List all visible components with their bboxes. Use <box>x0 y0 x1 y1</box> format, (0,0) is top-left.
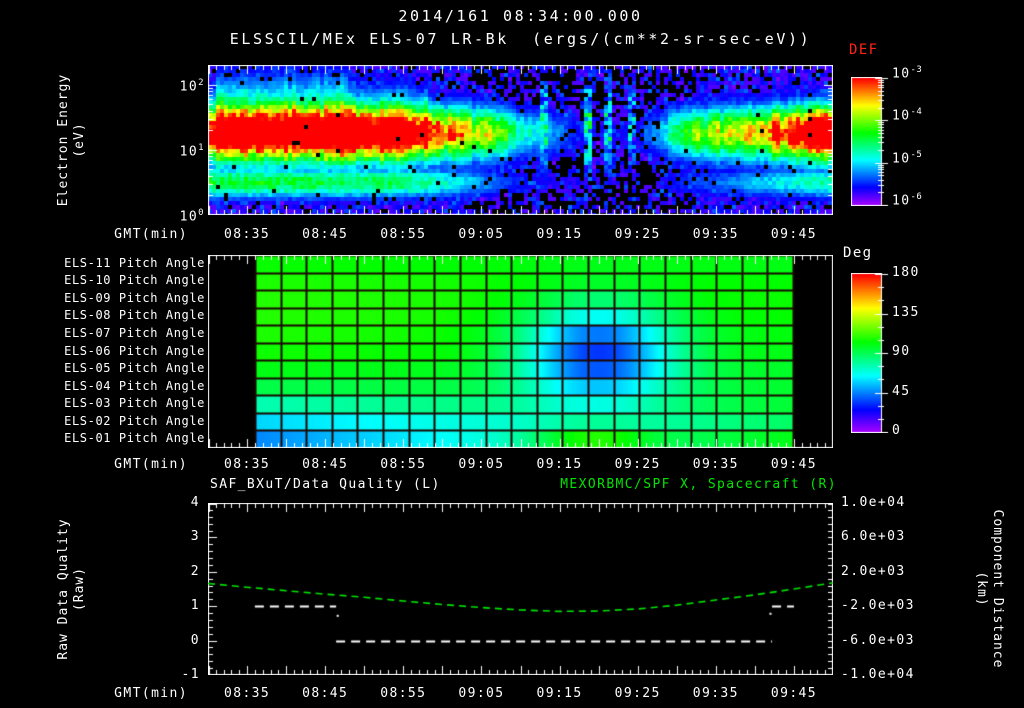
electron-energy-axis-line2: (eV) <box>72 122 87 158</box>
exponent: -3 <box>910 65 923 75</box>
page-title: 2014/161 08:34:00.000 <box>398 7 643 25</box>
raw-quality-tick-label: 4 <box>190 495 200 510</box>
raw-quality-axis-line2: (Raw) <box>72 566 87 612</box>
distance-tick-label: 2.0e+03 <box>841 563 906 579</box>
def-tick-label: 10-4 <box>892 107 923 124</box>
raw-quality-tick-label: 3 <box>190 529 200 545</box>
gmt-axis-label-quality: GMT(min) <box>114 686 188 701</box>
component-distance-axis-label: Component Distance (km) <box>973 479 1005 699</box>
gmt-axis-label-spectrogram: GMT(min) <box>114 227 188 242</box>
deg-tick-label: 90 <box>892 344 911 359</box>
time-tick-label: 08:45 <box>302 457 349 472</box>
distance-tick-label: -1.0e+04 <box>841 667 915 682</box>
pitch-row-label: ELS-03 Pitch Angle <box>64 396 205 411</box>
electron-energy-axis-label: Electron Energy (eV) <box>56 30 88 250</box>
raw-quality-tick-label: 2 <box>190 563 200 579</box>
gmt-axis-label-pitch: GMT(min) <box>114 457 188 472</box>
def-colorbar-title: DEF <box>849 42 879 58</box>
instrument-title: ELSSCIL/MEx ELS-07 LR-Bk (ergs/(cm**2-sr… <box>229 30 812 48</box>
exponent: 2 <box>198 77 204 88</box>
raw-data-quality-axis-label: Raw Data Quality (Raw) <box>56 479 88 699</box>
time-tick-label: 08:35 <box>223 227 271 242</box>
time-tick-label: 09:15 <box>536 686 583 701</box>
energy-tick-label: 100 <box>179 208 204 225</box>
pitch-row-label: ELS-09 Pitch Angle <box>64 290 205 305</box>
time-tick-label: 08:55 <box>380 227 427 242</box>
time-tick-label: 09:35 <box>692 457 739 472</box>
pitch-row-label: ELS-06 Pitch Angle <box>64 343 205 358</box>
energy-tick-label: 102 <box>179 77 204 94</box>
quality-left-title: SAF_BXuT/Data Quality (L) <box>210 477 441 492</box>
raw-quality-axis-line1: Raw Data Quality <box>56 518 71 660</box>
distance-tick-label: -6.0e+03 <box>841 632 915 648</box>
exponent: -6 <box>910 191 923 202</box>
component-distance-axis-line1: Component Distance <box>990 509 1005 669</box>
exponent: -5 <box>910 149 923 160</box>
time-tick-label: 08:45 <box>302 686 349 701</box>
deg-tick-label: 180 <box>892 265 920 280</box>
pitch-row-label: ELS-04 Pitch Angle <box>64 378 205 393</box>
time-tick-label: 09:25 <box>614 227 661 242</box>
time-tick-label: 08:55 <box>380 686 427 701</box>
exponent: 1 <box>198 142 204 153</box>
def-tick-label: 10-5 <box>892 149 923 166</box>
distance-tick-label: 1.0e+04 <box>841 495 906 510</box>
deg-colorbar-title: Deg <box>843 245 873 261</box>
raw-quality-tick-label: 1 <box>190 598 200 614</box>
electron-energy-axis-line1: Electron Energy <box>56 73 71 207</box>
component-distance-axis-line2: (km) <box>974 571 989 607</box>
time-tick-label: 09:45 <box>770 686 818 701</box>
def-tick-label: 10-3 <box>892 65 923 82</box>
time-tick-label: 08:55 <box>380 457 427 472</box>
distance-tick-label: -2.0e+03 <box>841 598 915 614</box>
deg-colorbar-canvas <box>851 273 895 433</box>
time-tick-label: 09:15 <box>536 227 583 242</box>
pitch-row-label: ELS-08 Pitch Angle <box>64 308 205 323</box>
def-tick-label: 10-6 <box>892 191 923 209</box>
time-tick-label: 09:25 <box>614 457 661 472</box>
pitch-angle-canvas <box>208 255 833 448</box>
plot-root: 2014/161 08:34:00.000 ELSSCIL/MEx ELS-07… <box>0 0 1024 708</box>
time-tick-label: 08:35 <box>223 457 271 472</box>
time-tick-label: 08:45 <box>302 227 349 242</box>
pitch-row-label: ELS-02 Pitch Angle <box>64 413 205 428</box>
time-tick-label: 09:35 <box>692 227 739 242</box>
time-tick-label: 09:45 <box>770 457 818 472</box>
pitch-row-label: ELS-10 Pitch Angle <box>64 273 205 288</box>
pitch-row-label: ELS-01 Pitch Angle <box>64 431 205 446</box>
time-tick-label: 08:35 <box>223 686 271 701</box>
spectrogram-canvas <box>208 65 833 215</box>
time-tick-label: 09:05 <box>458 457 505 472</box>
energy-tick-label: 101 <box>179 142 204 160</box>
distance-tick-label: 6.0e+03 <box>841 529 906 545</box>
exponent: 0 <box>198 208 204 218</box>
pitch-row-label: ELS-11 Pitch Angle <box>64 255 205 270</box>
quality-distance-canvas <box>208 503 833 675</box>
time-tick-label: 09:45 <box>770 227 818 242</box>
deg-tick-label: 45 <box>892 383 911 399</box>
time-tick-label: 09:05 <box>458 227 505 242</box>
pitch-row-label: ELS-07 Pitch Angle <box>64 325 205 340</box>
def-colorbar-canvas <box>851 77 895 206</box>
time-tick-label: 09:15 <box>536 457 583 472</box>
time-tick-label: 09:35 <box>692 686 739 701</box>
exponent: -4 <box>910 107 923 118</box>
quality-right-title: MEXORBMC/SPF X, Spacecraft (R) <box>560 477 837 492</box>
time-tick-label: 09:05 <box>458 686 505 701</box>
pitch-row-label: ELS-05 Pitch Angle <box>64 361 205 376</box>
deg-tick-label: 0 <box>892 423 902 438</box>
raw-quality-tick-label: -1 <box>181 667 200 682</box>
deg-tick-label: 135 <box>892 304 920 320</box>
time-tick-label: 09:25 <box>614 686 661 701</box>
raw-quality-tick-label: 0 <box>190 632 200 648</box>
